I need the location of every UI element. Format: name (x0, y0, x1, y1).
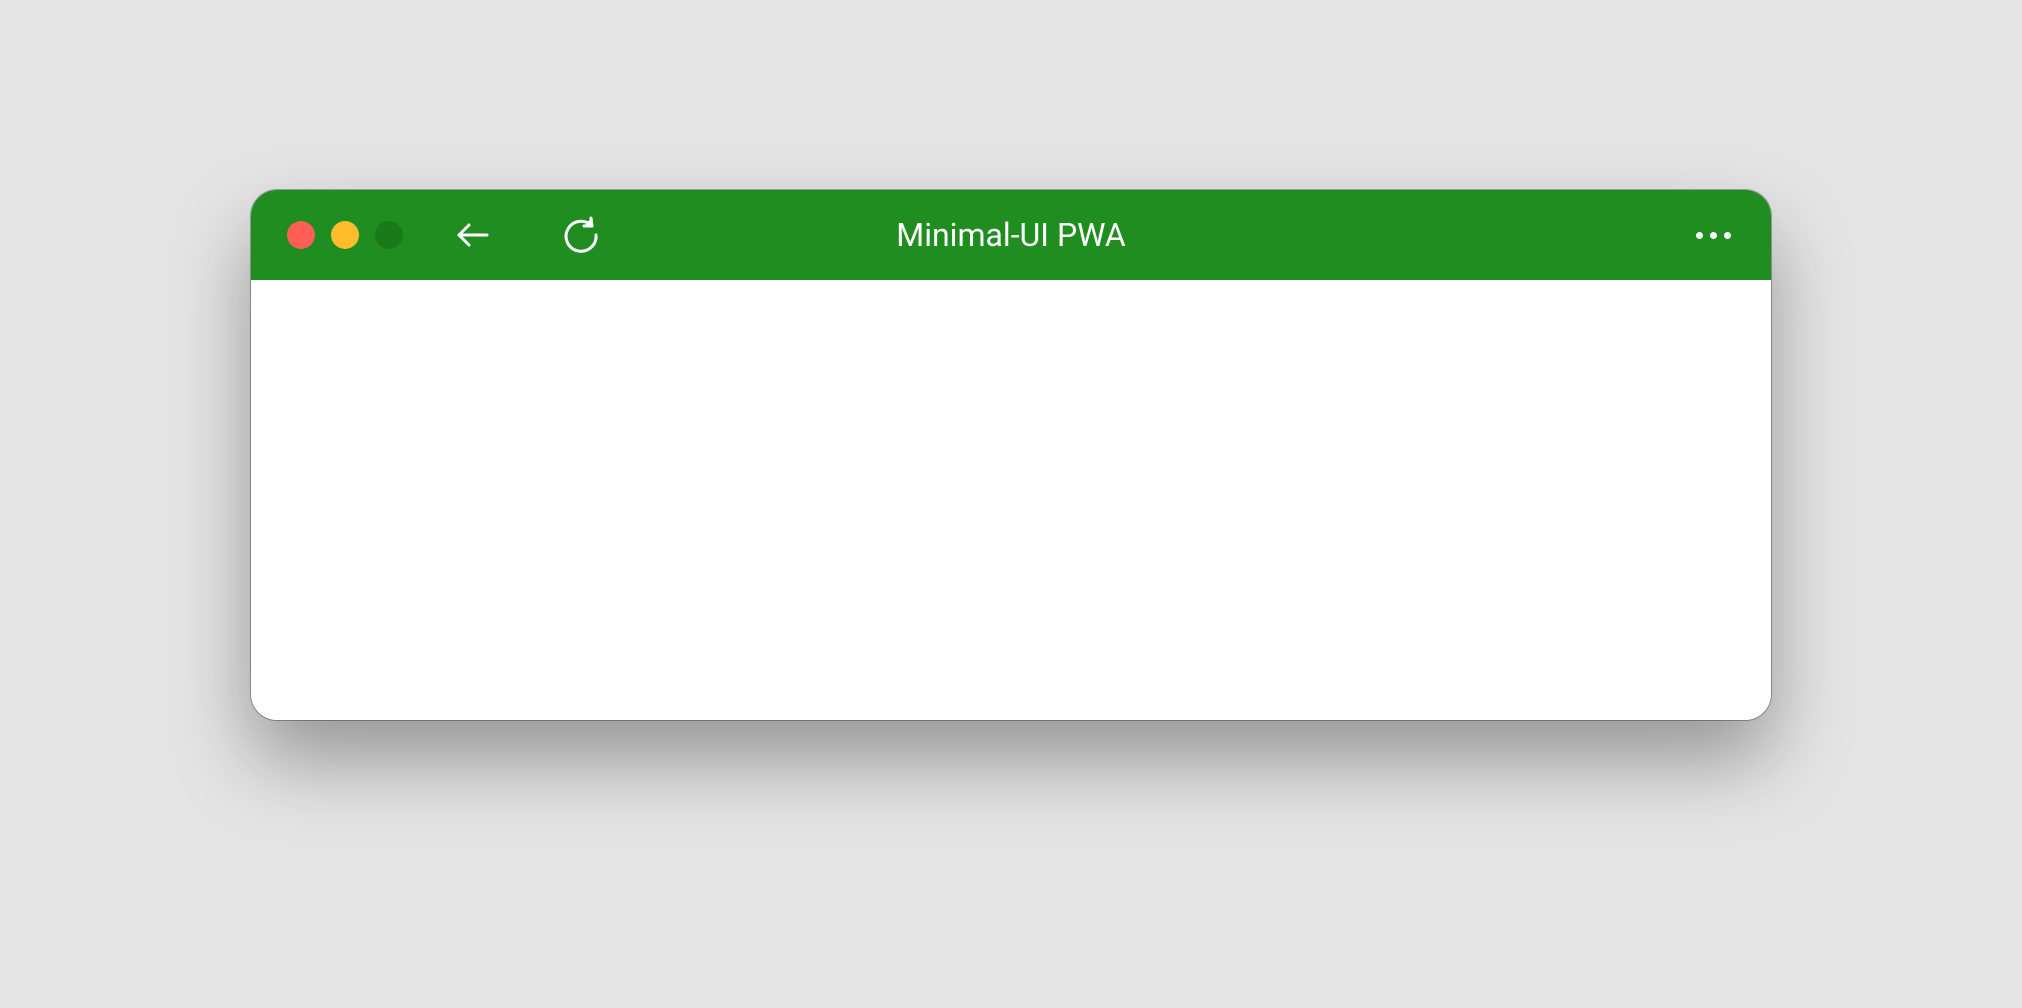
traffic-lights (287, 221, 403, 249)
arrow-left-icon (453, 215, 493, 255)
minimize-button[interactable] (331, 221, 359, 249)
reload-button[interactable] (559, 213, 603, 257)
app-window: Minimal-UI PWA (251, 190, 1771, 720)
window-title: Minimal-UI PWA (896, 216, 1125, 254)
content-area (251, 280, 1771, 720)
reload-icon (561, 215, 601, 255)
nav-controls (451, 213, 603, 257)
menu-button[interactable] (1691, 213, 1735, 257)
close-button[interactable] (287, 221, 315, 249)
maximize-button[interactable] (375, 221, 403, 249)
more-icon (1696, 232, 1731, 239)
titlebar: Minimal-UI PWA (251, 190, 1771, 280)
back-button[interactable] (451, 213, 495, 257)
